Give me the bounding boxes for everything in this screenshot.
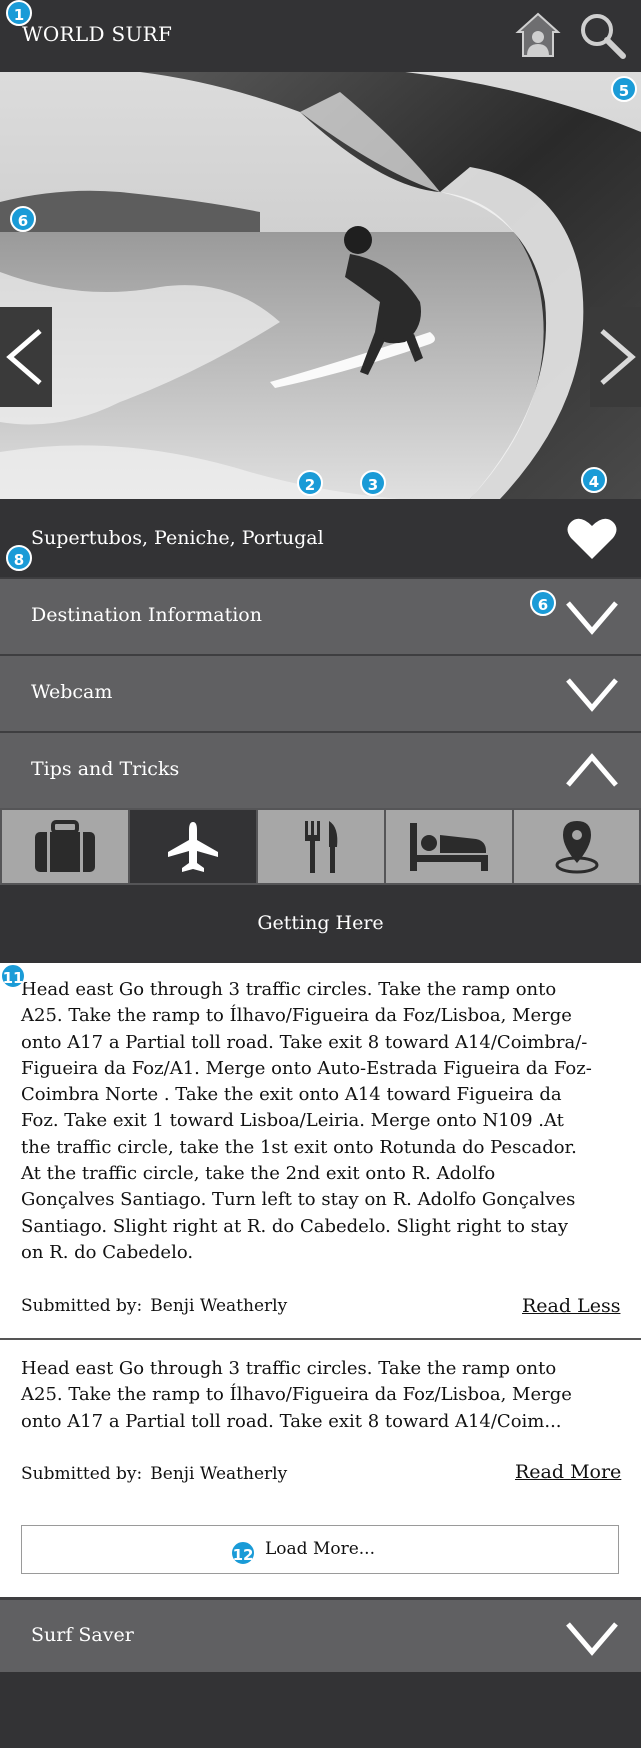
heart-icon [567,518,617,559]
search-button[interactable] [577,10,629,62]
surfer-photo [0,72,641,499]
submitted-by: Submitted by: Benji Weatherly [21,1464,287,1484]
bed-icon [410,822,488,871]
tip-line: Head east Go through 3 traffic circles. … [21,1358,557,1379]
hero-carousel[interactable] [0,72,641,499]
read-more-link[interactable]: Read More [515,1461,621,1483]
category-tabs [0,808,641,885]
location-name: Supertubos, Peniche, Portugal [31,527,324,549]
tip-text: Head east Go through 3 traffic circles. … [21,1356,621,1435]
tip-line: Head east Go through 3 traffic circles. … [21,979,557,1000]
annotation-badge: 4 [581,467,607,493]
accordion-label: Webcam [31,681,113,703]
annotation-badge: 6 [10,206,36,232]
annotation-badge: 12 [230,1540,256,1566]
annotation-badge: 2 [297,470,323,496]
airplane-icon [168,821,218,872]
tip-line: Foz. Take exit 1 toward Lisboa/Leiria. M… [21,1110,564,1132]
map-pin-icon [555,820,598,873]
accordion-surf-saver[interactable]: Surf Saver [0,1597,641,1675]
chevron-down-icon [566,601,618,635]
divider [0,1338,641,1340]
annotation-badge: 11 [0,963,26,989]
tip-line: the traffic circle, take the 1st exit on… [21,1136,577,1158]
submitted-label: Submitted by: [21,1296,143,1316]
tip-line: Figueira da Foz/A1. Merge onto Auto-Estr… [21,1057,592,1079]
chevron-up-icon [566,753,618,787]
tip-line: At the traffic circle, take the 2nd exit… [21,1163,496,1185]
tip-line: Gonçalves Santiago. Turn left to stay on… [21,1189,576,1211]
tip-line: onto A17 a Partial toll road. Take exit … [21,1410,562,1432]
tab-food[interactable] [258,810,384,883]
tip-line: on R. do Cabedelo. [21,1241,194,1263]
chevron-down-icon [566,1622,618,1656]
page: WORLD SURF Supertubos, Peniche, Portugal… [0,0,641,1748]
location-bar: Supertubos, Peniche, Portugal [0,499,641,577]
previous-image-button[interactable] [0,307,52,407]
chevron-right-icon [600,329,636,385]
footer-bar [0,1672,641,1748]
home-profile-icon [515,12,561,57]
tab-getting-here[interactable] [130,810,256,883]
accordion-webcam[interactable]: Webcam [0,654,641,731]
accordion-label: Tips and Tricks [31,758,180,780]
author-name: Benji Weatherly [150,1296,288,1316]
load-more-label: Load More... [265,1539,375,1559]
load-more-button[interactable]: Load More... [21,1525,619,1574]
tab-location[interactable] [514,810,639,883]
annotation-badge: 8 [6,545,32,571]
fork-knife-icon [305,820,338,873]
accordion-tips-and-tricks[interactable]: Tips and Tricks [0,731,641,808]
search-icon [581,14,626,59]
chevron-left-icon [6,329,42,385]
read-less-link[interactable]: Read Less [522,1295,620,1317]
annotation-badge: 5 [611,76,637,102]
app-title: WORLD SURF [22,22,173,46]
tip-line: Santiago. Slight right at R. do Cabedelo… [21,1215,569,1237]
accordion-label: Destination Information [31,604,262,626]
section-header: Getting Here [0,885,641,963]
tab-accommodation[interactable] [386,810,512,883]
annotation-badge: 1 [6,0,32,26]
section-title: Getting Here [257,912,384,934]
accordion-label: Surf Saver [31,1624,134,1646]
tip-line: Coimbra Norte . Take the exit onto A14 t… [21,1084,562,1106]
tab-luggage[interactable] [2,810,128,883]
chevron-down-icon [566,678,618,712]
submitted-label: Submitted by: [21,1464,143,1484]
tip-line: A25. Take the ramp to Ílhavo/Figueira da… [21,1384,572,1406]
next-image-button[interactable] [590,307,641,407]
tip-line: onto A17 a Partial toll road. Take exit … [21,1031,588,1053]
tip-text: Head east Go through 3 traffic circles. … [21,977,621,1266]
author-name: Benji Weatherly [150,1464,288,1484]
annotation-badge: 6 [530,590,556,616]
tip-line: A25. Take the ramp to Ílhavo/Figueira da… [21,1005,572,1027]
annotation-badge: 3 [360,470,386,496]
submitted-by: Submitted by: Benji Weatherly [21,1296,287,1316]
top-bar: WORLD SURF [0,0,641,72]
home-profile-button[interactable] [515,10,561,60]
briefcase-icon [35,819,95,872]
favorite-button[interactable] [566,515,618,563]
